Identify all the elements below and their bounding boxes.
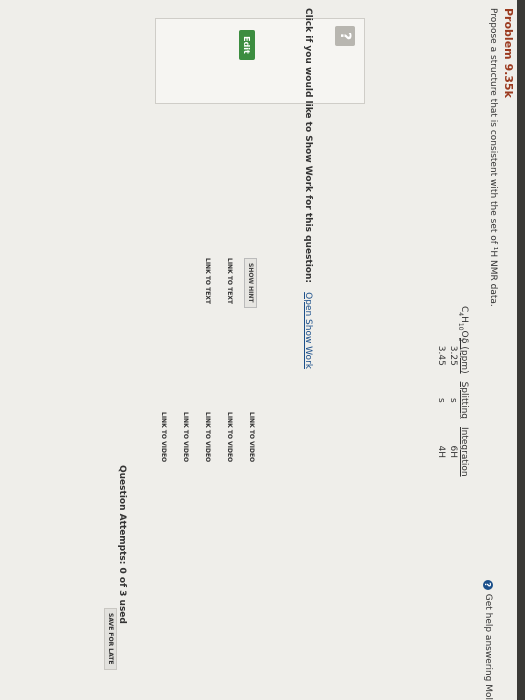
screen-rotated: Problem 9.35k Propose a structure that i… xyxy=(0,0,525,700)
help-link[interactable]: ? Get help answering Mol xyxy=(483,579,493,700)
help-icon: ? xyxy=(483,579,493,590)
column-header: δ (ppm) xyxy=(459,338,469,374)
open-show-work-link[interactable]: Open Show Work xyxy=(303,292,313,369)
link-to-video[interactable]: LINK TO VIDEO xyxy=(179,412,191,462)
link-to-video[interactable]: LINK TO VIDEO xyxy=(245,412,257,462)
link-to-video[interactable]: LINK TO VIDEO xyxy=(223,412,235,462)
text-links: LINK TO TEXT LINK TO TEXT xyxy=(191,258,235,304)
link-to-text[interactable]: LINK TO TEXT xyxy=(223,258,235,304)
problem-title: Problem 9.35k xyxy=(502,8,515,98)
link-to-text[interactable]: LINK TO TEXT xyxy=(201,258,213,304)
question-attempts: Question Attempts: 0 of 3 used xyxy=(117,465,127,624)
column-header: Integration xyxy=(459,427,469,477)
question-mark-icon: ? xyxy=(335,26,355,46)
table-row: 3.45 s 4H xyxy=(436,345,446,459)
nmr-data-table: δ (ppm) Splitting Integration 3.25 s 6H … xyxy=(435,334,469,481)
column-header: Splitting xyxy=(459,381,469,419)
help-link-label: Get help answering Mol xyxy=(483,593,493,700)
table-row: 3.25 s 6H xyxy=(448,345,458,459)
answer-drawing-area[interactable] xyxy=(155,18,365,104)
save-for-later-button[interactable]: SAVE FOR LATE xyxy=(104,608,117,670)
top-bar xyxy=(517,0,525,700)
problem-prompt: Propose a structure that is consistent w… xyxy=(488,8,498,307)
show-work-row: Click if you would like to Show Work for… xyxy=(303,8,313,369)
link-to-video[interactable]: LINK TO VIDEO xyxy=(157,412,169,462)
edit-button[interactable]: Edit xyxy=(239,30,255,60)
show-hint-button[interactable]: SHOW HINT xyxy=(244,258,257,308)
link-to-video[interactable]: LINK TO VIDEO xyxy=(201,412,213,462)
show-work-prompt: Click if you would like to Show Work for… xyxy=(303,8,313,283)
video-links: LINK TO VIDEO LINK TO VIDEO LINK TO VIDE… xyxy=(147,412,257,462)
